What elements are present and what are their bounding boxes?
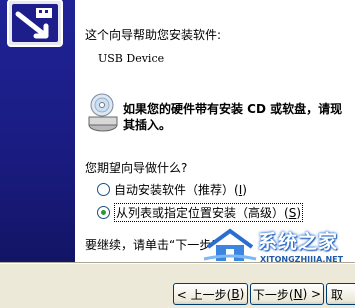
insert-media-note-line2: 其插入。 (123, 118, 172, 132)
watermark-title: 系统之家 (258, 231, 339, 253)
hardware-wizard-icon (7, 0, 63, 47)
option-auto-install-label: 自动安装软件（推荐）(I) (114, 183, 247, 197)
button-bar-divider (0, 262, 355, 264)
cancel-button[interactable]: 取 (326, 283, 355, 305)
option-auto-install[interactable]: 自动安装软件（推荐）(I) (97, 181, 247, 198)
cd-drive-icon (88, 93, 118, 132)
site-watermark: 系统之家 XITONGZHIJIA.NET (202, 225, 355, 265)
option-list-install[interactable]: 从列表或指定位置安装（高级）(S) (97, 203, 303, 222)
intro-text: 这个向导帮助您安装软件: (85, 28, 222, 42)
wizard-side-panel (0, 0, 75, 262)
insert-media-note-line1: 如果您的硬件带有安装 CD 或软盘，请现 (123, 102, 343, 116)
option-list-install-label: 从列表或指定位置安装（高级）(S) (114, 203, 303, 222)
wizard-content: 这个向导帮助您安装软件: USB Device 如果您的硬件带有安装 CD 或软… (75, 0, 355, 262)
next-button[interactable]: 下一步(N) > (250, 283, 324, 305)
back-button[interactable]: < 上一步(B) (173, 283, 248, 305)
radio-list-install[interactable] (97, 206, 110, 219)
device-name: USB Device (98, 52, 165, 65)
house-logo-icon (203, 228, 257, 261)
radio-auto-install[interactable] (97, 183, 110, 196)
question-text: 您期望向导做什么? (85, 161, 188, 175)
